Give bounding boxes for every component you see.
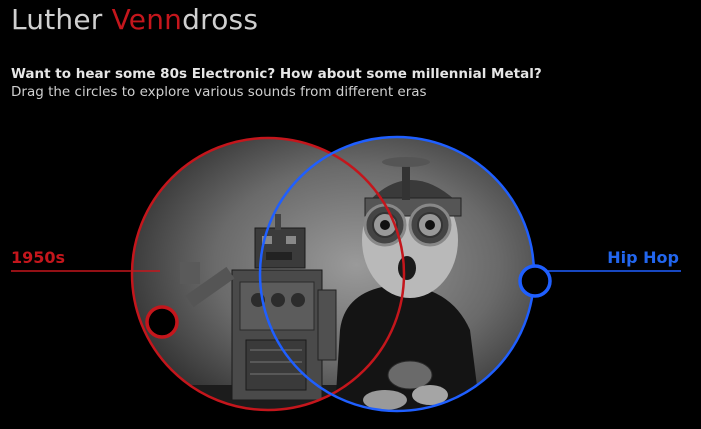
intro-prompt: Want to hear some 80s Electronic? How ab… xyxy=(11,66,542,82)
genre-label: Hip Hop xyxy=(607,248,679,267)
venn-photo xyxy=(132,137,534,411)
title-prefix: Luther xyxy=(11,3,112,36)
genre-drag-handle[interactable] xyxy=(518,264,552,298)
app-title: Luther Venndross xyxy=(11,2,258,38)
era-drag-handle[interactable] xyxy=(145,305,179,339)
era-label: 1950s xyxy=(11,248,66,267)
title-accent: Venn xyxy=(111,3,183,36)
title-suffix: dross xyxy=(182,3,259,36)
intro-instructions: Drag the circles to explore various soun… xyxy=(11,84,427,100)
venn-diagram xyxy=(11,135,681,413)
